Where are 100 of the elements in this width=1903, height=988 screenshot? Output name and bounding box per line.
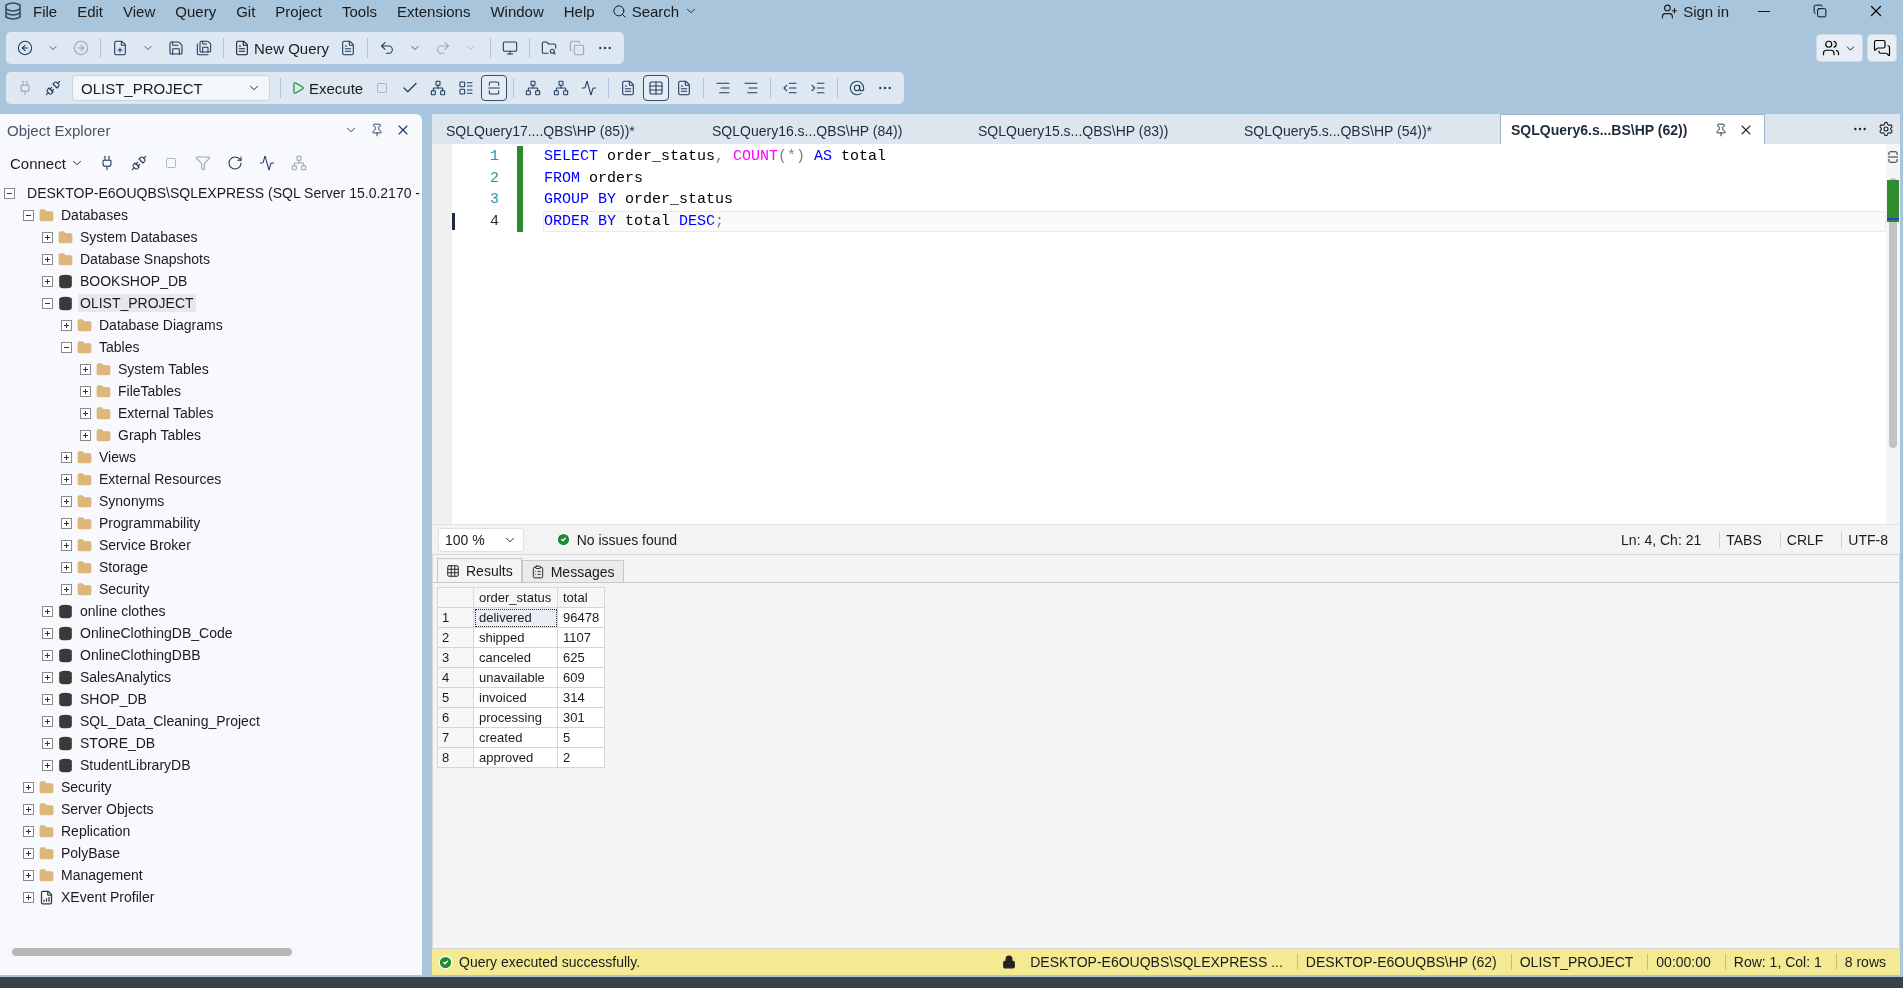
tree-item[interactable]: Programmability — [97, 514, 203, 532]
tree-item[interactable]: Synonyms — [97, 492, 167, 510]
expand-icon[interactable] — [80, 363, 91, 375]
tree-item[interactable]: FileTables — [116, 382, 184, 400]
expand-icon[interactable] — [61, 473, 72, 485]
sign-in-button[interactable]: Sign in — [1655, 0, 1735, 22]
editor-status-item[interactable]: UTF-8 — [1841, 531, 1894, 548]
expand-icon[interactable] — [80, 429, 91, 441]
menu-item[interactable]: Help — [554, 2, 604, 20]
new-query-button[interactable]: New Query — [230, 35, 334, 61]
search-button[interactable]: Search — [605, 0, 705, 22]
tree-item[interactable]: STORE_DB — [78, 734, 158, 752]
tree-item[interactable]: System Databases — [78, 228, 200, 246]
tree-item[interactable]: Security — [97, 580, 152, 598]
tree-item[interactable]: External Resources — [97, 470, 224, 488]
menu-item[interactable]: Window — [481, 2, 553, 20]
menu-item[interactable]: Tools — [333, 2, 387, 20]
expand-icon[interactable] — [42, 627, 53, 639]
collapse-icon[interactable] — [4, 187, 15, 199]
expand-icon[interactable] — [23, 803, 34, 815]
document-tab[interactable]: SQLQuery15.s...QBS\HP (83)) — [968, 118, 1234, 144]
menu-item[interactable]: Extensions — [388, 2, 480, 20]
tree-item[interactable]: Storage — [97, 558, 151, 576]
document-tab[interactable]: SQLQuery5.s...QBS\HP (54))* — [1234, 118, 1500, 144]
tree-item[interactable]: System Tables — [116, 360, 211, 378]
panel-button[interactable] — [481, 75, 508, 101]
tree-item[interactable]: Database Snapshots — [78, 250, 212, 268]
expand-icon[interactable] — [61, 539, 72, 551]
results-tab[interactable]: Results — [437, 558, 522, 582]
expand-icon[interactable] — [80, 385, 91, 397]
tree-item[interactable]: Server Objects — [59, 800, 156, 818]
database-dropdown[interactable]: OLIST_PROJECT — [72, 75, 270, 101]
expand-icon[interactable] — [23, 825, 34, 837]
tree-item[interactable]: Graph Tables — [116, 426, 203, 444]
expand-icon[interactable] — [42, 605, 53, 617]
connect-button[interactable]: Connect — [6, 150, 88, 176]
menu-item[interactable]: Project — [266, 2, 331, 20]
editor-status-item[interactable]: CRLF — [1779, 531, 1830, 548]
tree-item[interactable]: Database Diagrams — [97, 316, 225, 334]
tree-item[interactable]: Service Broker — [97, 536, 193, 554]
collapse-icon[interactable] — [42, 297, 53, 309]
zoom-dropdown[interactable]: 100 % — [438, 527, 524, 552]
vertical-scrollbar[interactable] — [1886, 144, 1900, 524]
expand-icon[interactable] — [61, 561, 72, 573]
tree-item[interactable]: BOOKSHOP_DB — [78, 272, 190, 290]
code-editor[interactable]: 1 2 3 4 SELECT order_status, COUNT(*) AS total FROM orders GROUP BY order_status ORDER BY total DESC; — [432, 144, 1900, 524]
expand-icon[interactable] — [61, 319, 72, 331]
results-tab[interactable]: Messages — [521, 560, 624, 582]
tree-item[interactable]: PolyBase — [59, 844, 123, 862]
expand-icon[interactable] — [61, 517, 72, 529]
document-tab[interactable]: SQLQuery17....QBS\HP (85))* — [436, 118, 702, 144]
tree-item[interactable]: SHOP_DB — [78, 690, 149, 708]
expand-icon[interactable] — [23, 891, 34, 903]
tree-item[interactable]: Tables — [97, 338, 142, 356]
expand-icon[interactable] — [42, 737, 53, 749]
expand-icon[interactable] — [42, 759, 53, 771]
menu-item[interactable]: File — [24, 2, 67, 20]
scrollbar-thumb[interactable] — [1889, 178, 1897, 448]
expand-icon[interactable] — [42, 649, 53, 661]
tree-item[interactable]: SalesAnalytics — [78, 668, 174, 686]
collapse-icon[interactable] — [23, 209, 34, 221]
menu-item[interactable]: Edit — [68, 2, 113, 20]
expand-icon[interactable] — [42, 715, 53, 727]
tree-item[interactable]: StudentLibraryDB — [78, 756, 193, 774]
tree-item[interactable]: Management — [59, 866, 145, 884]
expand-icon[interactable] — [80, 407, 91, 419]
expand-icon[interactable] — [61, 495, 72, 507]
expand-icon[interactable] — [23, 847, 34, 859]
tree-item[interactable]: Databases — [59, 206, 130, 224]
tree-item[interactable]: Views — [97, 448, 139, 466]
editor-status-item[interactable]: TABS — [1719, 531, 1768, 548]
document-tab[interactable]: SQLQuery6.s...BS\HP (62)) — [1500, 114, 1765, 144]
tree-item[interactable]: OnlineClothingDBB — [78, 646, 203, 664]
tree-item[interactable]: OLIST_PROJECT — [78, 294, 196, 312]
tree-item[interactable]: XEvent Profiler — [59, 888, 157, 906]
expand-icon[interactable] — [42, 231, 53, 243]
menu-item[interactable]: Query — [166, 2, 226, 20]
tree-item[interactable]: DESKTOP-E6OUQBS\SQLEXPRESS (SQL Server 15.0.2170 - — [25, 184, 422, 202]
expand-icon[interactable] — [23, 781, 34, 793]
expand-icon[interactable] — [42, 253, 53, 265]
expand-icon[interactable] — [23, 869, 34, 881]
expand-icon[interactable] — [42, 275, 53, 287]
menu-item[interactable]: View — [114, 2, 165, 20]
expand-icon[interactable] — [42, 693, 53, 705]
expand-icon[interactable] — [61, 583, 72, 595]
collapse-icon[interactable] — [61, 341, 72, 353]
grid-results-button[interactable] — [643, 75, 670, 101]
tree-item[interactable]: Replication — [59, 822, 133, 840]
menu-item[interactable]: Git — [227, 2, 265, 20]
execute-button[interactable]: Execute — [287, 75, 368, 101]
tree-item[interactable]: OnlineClothingDB_Code — [78, 624, 235, 642]
feedback-button[interactable] — [1867, 34, 1897, 62]
tree-item[interactable]: online clothes — [78, 602, 168, 620]
tree-item[interactable]: External Tables — [116, 404, 216, 422]
expand-icon[interactable] — [61, 451, 72, 463]
copilot-button[interactable] — [1816, 34, 1863, 62]
tree-item[interactable]: SQL_Data_Cleaning_Project — [78, 712, 262, 730]
expand-icon[interactable] — [42, 671, 53, 683]
results-grid[interactable]: order_status total 1 delivered 96478 2 shipped 1107 3 canceled 625 4 unavailable 609 5 invoiced 314 6 processing 301 7 created 5 8 approved 2 — [437, 587, 606, 768]
tree-item[interactable]: Security — [59, 778, 114, 796]
